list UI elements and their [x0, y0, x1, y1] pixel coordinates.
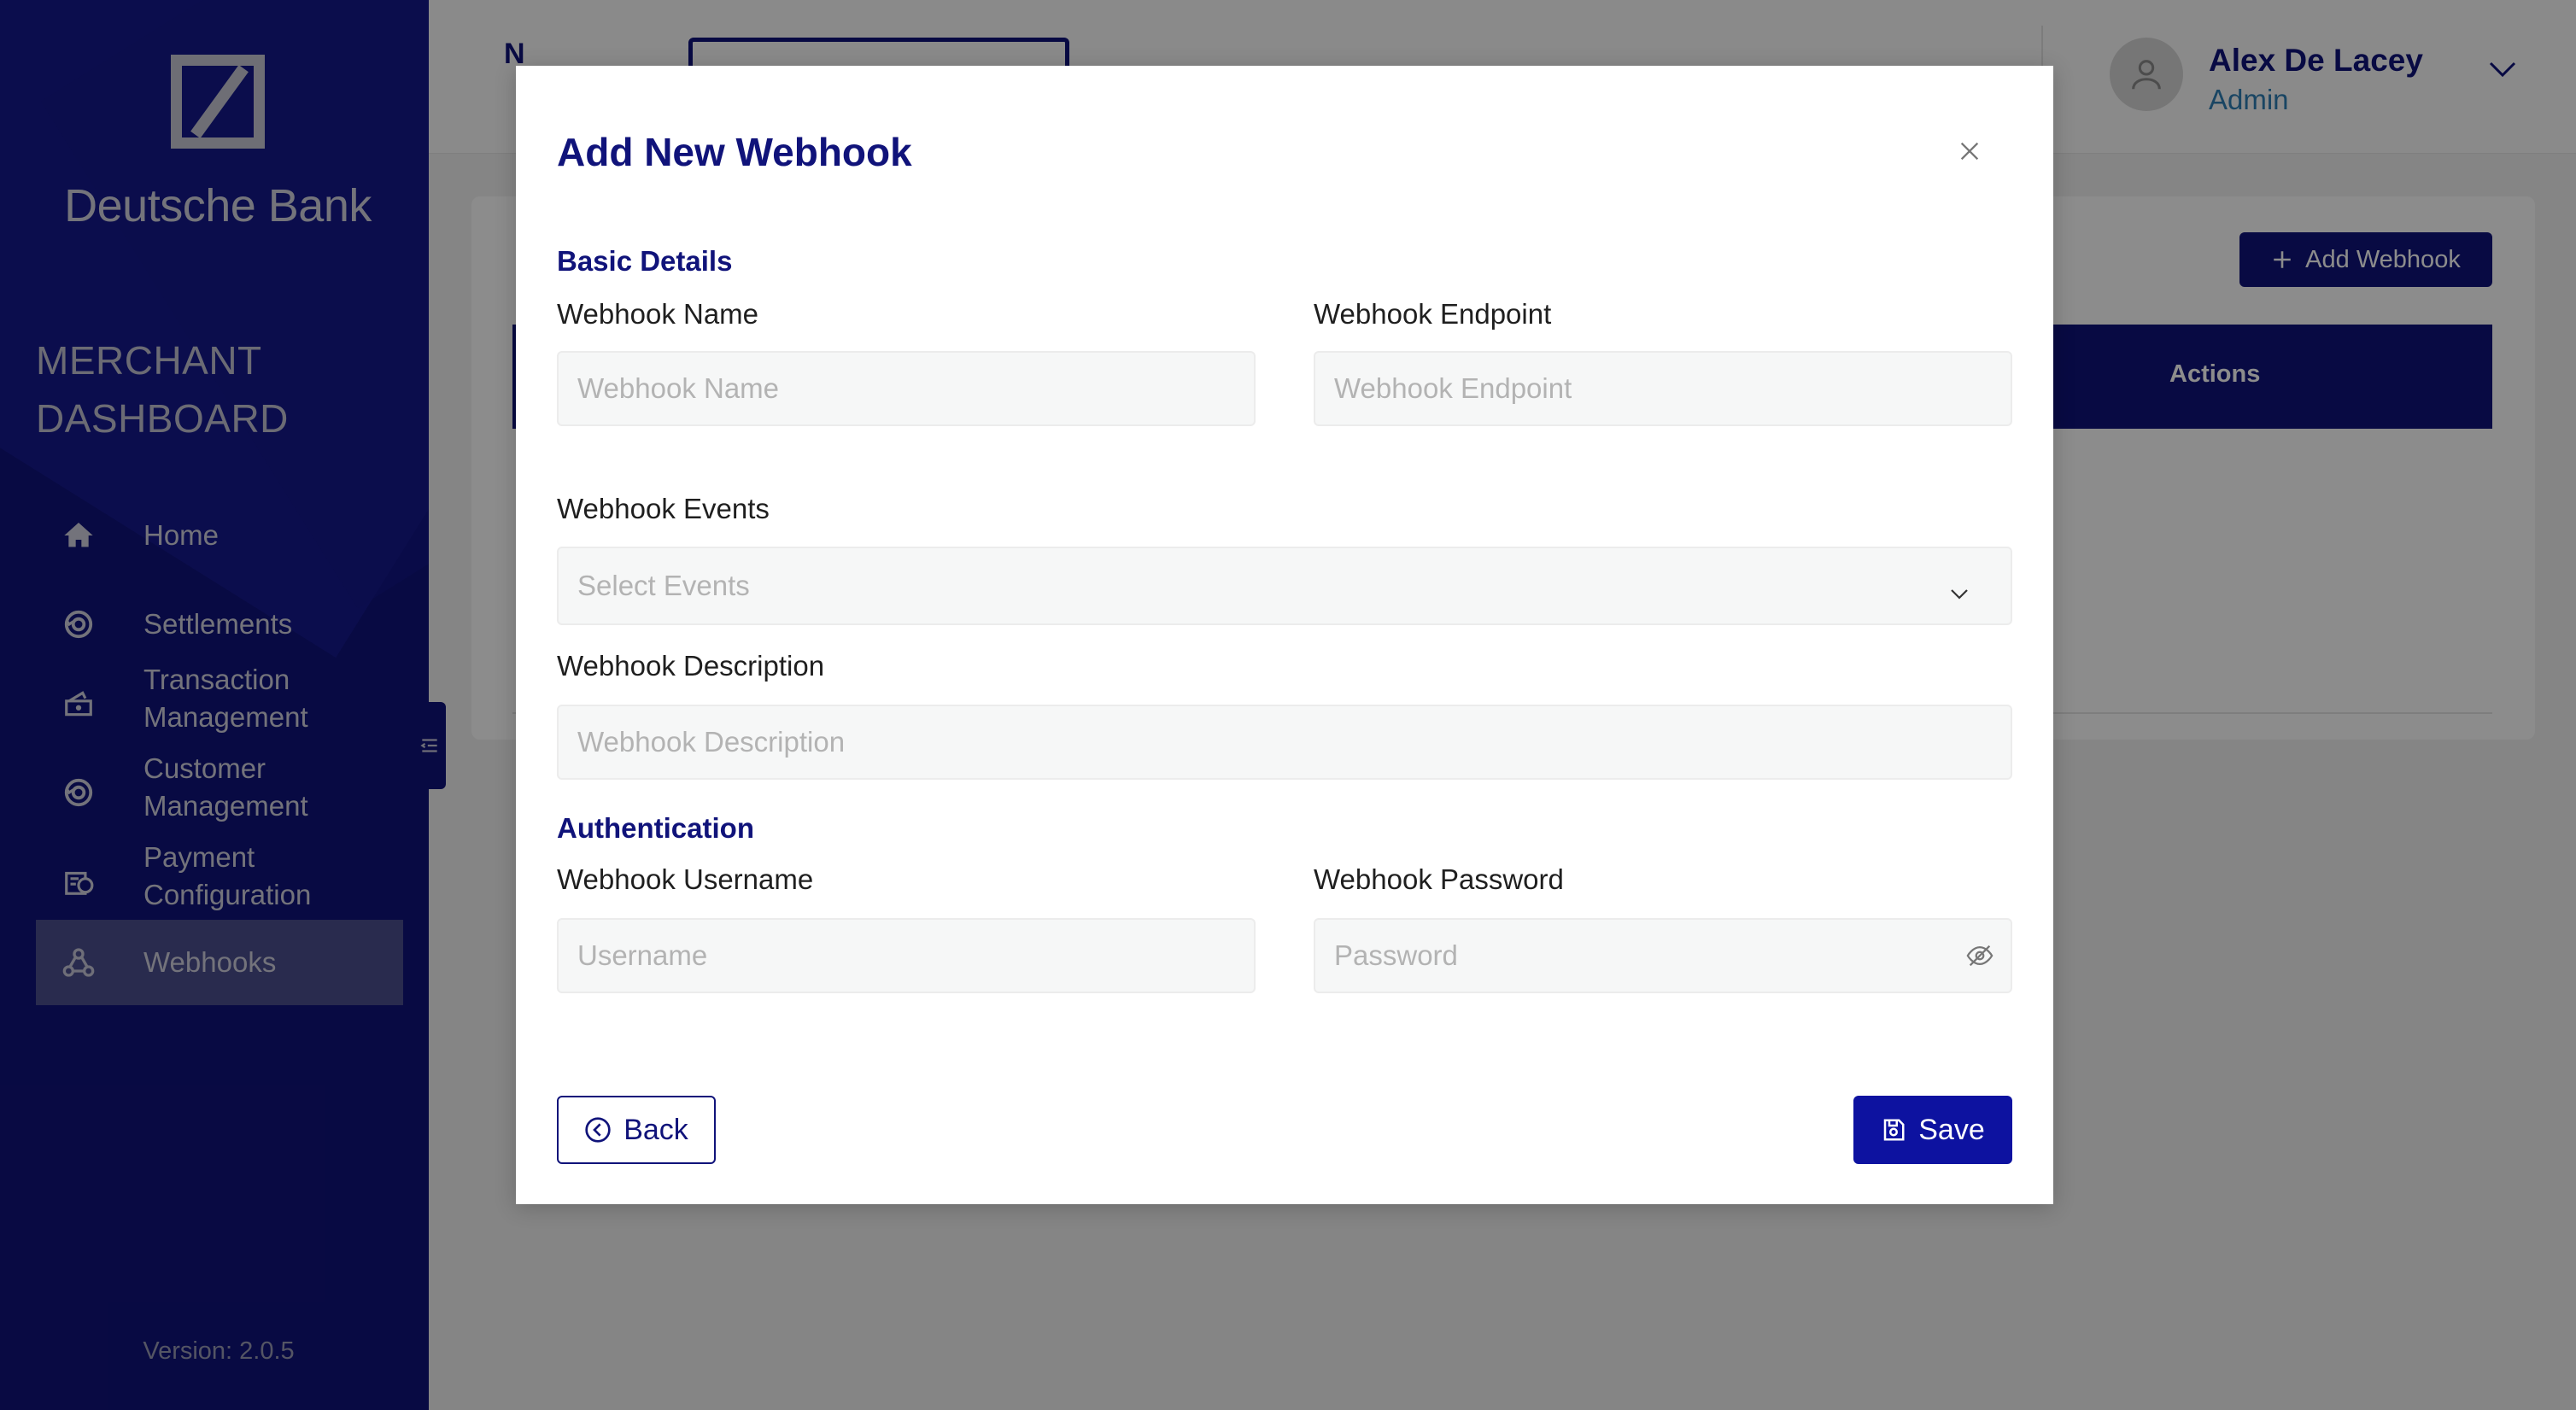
back-button[interactable]: Back	[557, 1096, 716, 1164]
webhook-name-input[interactable]	[557, 351, 1256, 426]
webhook-password-label: Webhook Password	[1314, 863, 1564, 895]
webhook-name-label: Webhook Name	[557, 298, 759, 330]
webhook-events-select[interactable]: Select Events	[557, 547, 2012, 625]
section-basic-details: Basic Details	[557, 245, 733, 277]
webhook-description-input[interactable]	[557, 705, 2012, 780]
webhook-events-placeholder: Select Events	[577, 570, 750, 601]
chevron-left-circle-icon	[585, 1117, 611, 1143]
webhook-password-input[interactable]	[1314, 918, 2012, 993]
webhook-endpoint-input[interactable]	[1314, 351, 2012, 426]
save-button[interactable]: Save	[1853, 1096, 2012, 1164]
webhook-endpoint-label: Webhook Endpoint	[1314, 298, 1552, 330]
chevron-down-icon	[1949, 576, 1970, 608]
save-label: Save	[1918, 1113, 1985, 1146]
save-icon	[1884, 1119, 1905, 1141]
back-label: Back	[624, 1113, 688, 1146]
eye-off-icon[interactable]	[1963, 939, 1997, 973]
modal-title: Add New Webhook	[557, 130, 912, 174]
webhook-username-label: Webhook Username	[557, 863, 814, 895]
webhook-events-label: Webhook Events	[557, 493, 770, 524]
close-icon[interactable]	[1954, 136, 1985, 167]
webhook-description-label: Webhook Description	[557, 650, 825, 682]
webhook-username-input[interactable]	[557, 918, 1256, 993]
section-authentication: Authentication	[557, 812, 754, 844]
add-webhook-modal: Add New Webhook Basic Details Webhook Na…	[516, 66, 2053, 1204]
